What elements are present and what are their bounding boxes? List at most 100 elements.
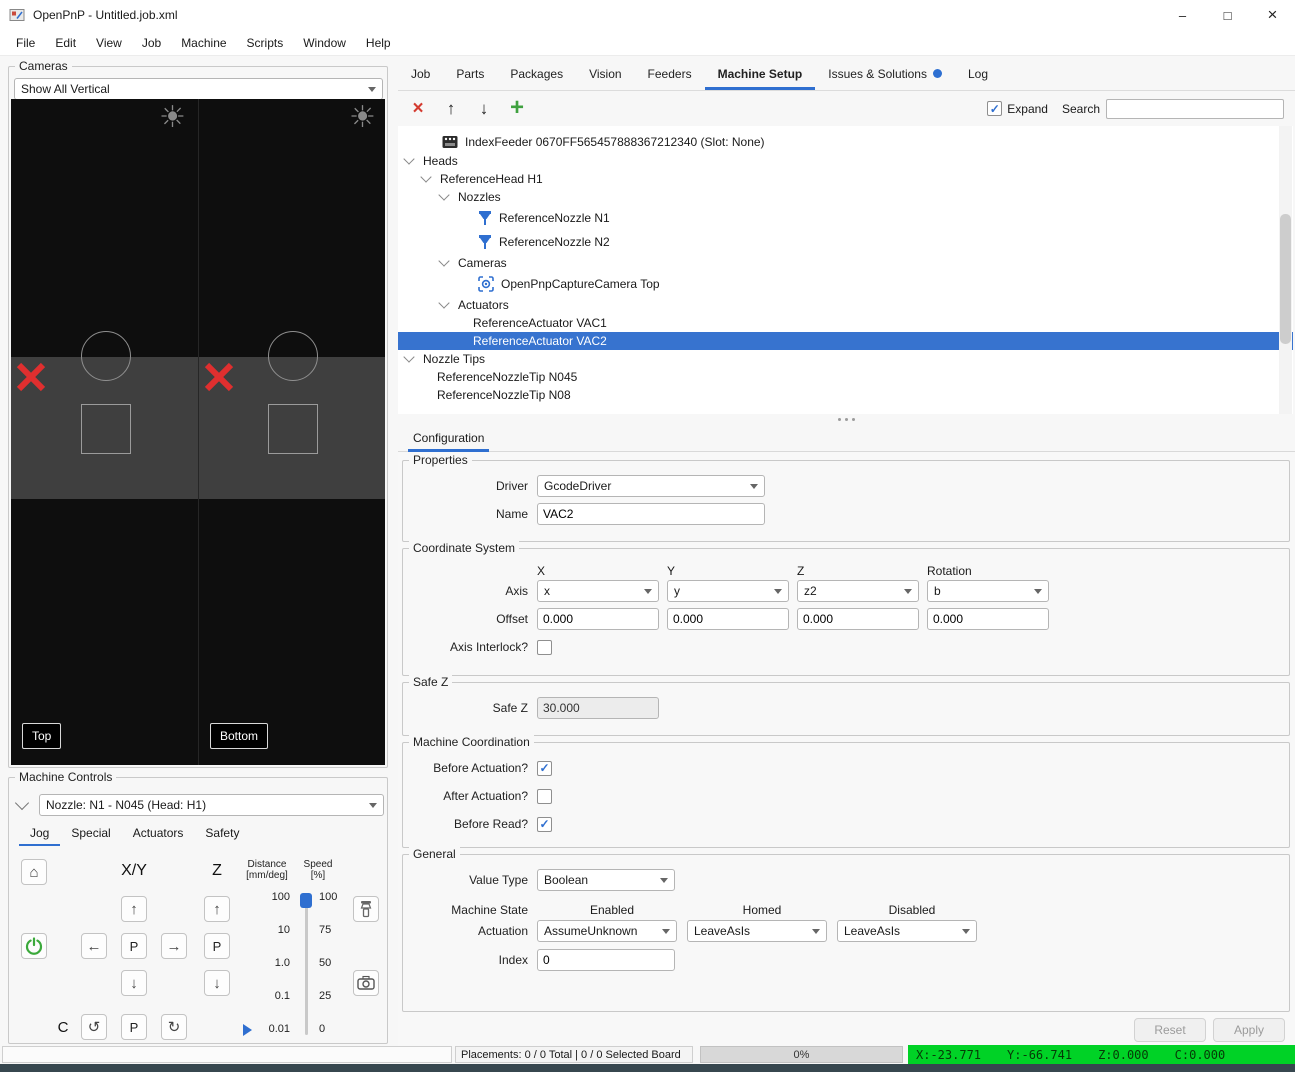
tree-item[interactable]: ReferenceNozzle N2 xyxy=(398,230,1293,254)
tree-item[interactable]: ReferenceHead H1 xyxy=(398,170,1293,188)
park-xy-button[interactable]: P xyxy=(121,933,147,959)
expand-label: Expand xyxy=(1007,101,1048,116)
tab-configuration[interactable]: Configuration xyxy=(408,427,490,452)
home-button[interactable]: ⌂ xyxy=(21,859,47,885)
add-icon[interactable]: + xyxy=(505,94,529,122)
reset-button[interactable]: Reset xyxy=(1134,1018,1206,1042)
tree-item[interactable]: IndexFeeder 0670FF565457888367212340 (Sl… xyxy=(398,132,1293,152)
close-icon[interactable]: × xyxy=(1250,0,1295,30)
chevron-down-icon[interactable] xyxy=(438,297,450,309)
main-tabs: Job Parts Packages Vision Feeders Machin… xyxy=(398,60,1295,91)
actuation-enabled-select[interactable]: AssumeUnknown xyxy=(537,920,677,942)
tab-actuators[interactable]: Actuators xyxy=(122,822,195,846)
chevron-down-icon[interactable] xyxy=(420,171,432,183)
power-button[interactable] xyxy=(21,933,47,959)
tool-select[interactable]: Nozzle: N1 - N045 (Head: H1) xyxy=(39,794,384,816)
tree-item[interactable]: ReferenceNozzle N1 xyxy=(398,206,1293,230)
tab-log[interactable]: Log xyxy=(955,60,1001,90)
menu-edit[interactable]: Edit xyxy=(45,30,86,56)
camera-position-button[interactable] xyxy=(353,970,379,996)
jog-x-minus-button[interactable]: ← xyxy=(81,933,107,959)
tab-issues-solutions[interactable]: Issues & Solutions xyxy=(815,60,955,90)
brightness-icon[interactable]: ☀ xyxy=(159,101,186,135)
tree-item[interactable]: Heads xyxy=(398,152,1293,170)
menu-machine[interactable]: Machine xyxy=(171,30,236,56)
tree-item[interactable]: ReferenceActuator VAC1 xyxy=(398,314,1293,332)
scrollbar-thumb[interactable] xyxy=(1280,214,1291,344)
tab-vision[interactable]: Vision xyxy=(576,60,634,90)
search-input[interactable] xyxy=(1106,98,1284,119)
delete-icon[interactable]: × xyxy=(406,98,430,120)
tree-item[interactable]: Cameras xyxy=(398,254,1293,272)
nozzle-tip-changer-button[interactable] xyxy=(353,896,379,922)
actuation-disabled-select[interactable]: LeaveAsIs xyxy=(837,920,977,942)
offset-x-field[interactable] xyxy=(537,608,659,630)
rotate-cw-button[interactable]: ↻ xyxy=(161,1014,187,1040)
menu-window[interactable]: Window xyxy=(293,30,356,56)
tab-special[interactable]: Special xyxy=(60,822,121,846)
tree-item[interactable]: ReferenceNozzleTip N08 xyxy=(398,386,1293,404)
chevron-down-icon[interactable] xyxy=(438,189,450,201)
move-up-icon[interactable]: ↑ xyxy=(439,99,463,119)
tree-item[interactable]: Nozzles xyxy=(398,188,1293,206)
chevron-down-icon[interactable] xyxy=(403,351,415,363)
driver-select[interactable]: GcodeDriver xyxy=(537,475,765,497)
offset-y-field[interactable] xyxy=(667,608,789,630)
tree-item[interactable]: ReferenceNozzleTip N045 xyxy=(398,368,1293,386)
menu-view[interactable]: View xyxy=(86,30,132,56)
distance-slider-handle[interactable] xyxy=(243,1024,252,1036)
tree-scrollbar[interactable] xyxy=(1279,126,1292,414)
jog-x-plus-button[interactable]: → xyxy=(161,933,187,959)
splitter-handle[interactable] xyxy=(398,415,1295,423)
offset-rotation-field[interactable] xyxy=(927,608,1049,630)
menu-help[interactable]: Help xyxy=(356,30,401,56)
value-type-select[interactable]: Boolean xyxy=(537,869,675,891)
tab-safety[interactable]: Safety xyxy=(194,822,250,846)
tab-feeders[interactable]: Feeders xyxy=(635,60,705,90)
jog-z-minus-button[interactable]: ↓ xyxy=(204,970,230,996)
index-field[interactable] xyxy=(537,949,675,971)
camera-view-select[interactable]: Show All Vertical xyxy=(14,78,383,100)
move-down-icon[interactable]: ↓ xyxy=(472,99,496,119)
tab-packages[interactable]: Packages xyxy=(497,60,576,90)
axis-rotation-select[interactable]: b xyxy=(927,580,1049,602)
minimize-icon[interactable]: – xyxy=(1160,0,1205,30)
park-z-button[interactable]: P xyxy=(204,933,230,959)
tab-jog[interactable]: Jog xyxy=(19,822,61,846)
axis-z-select[interactable]: z2 xyxy=(797,580,919,602)
expand-checkbox[interactable]: ✓ xyxy=(987,101,1003,116)
jog-y-plus-button[interactable]: ↑ xyxy=(121,896,147,922)
rotate-ccw-button[interactable]: ↺ xyxy=(81,1014,107,1040)
maximize-icon[interactable]: □ xyxy=(1205,0,1250,30)
offset-z-field[interactable] xyxy=(797,608,919,630)
menu-job[interactable]: Job xyxy=(132,30,171,56)
tab-parts[interactable]: Parts xyxy=(443,60,497,90)
chevron-down-icon[interactable] xyxy=(403,153,415,165)
tree-item[interactable]: Actuators xyxy=(398,296,1293,314)
tab-machine-setup[interactable]: Machine Setup xyxy=(704,60,816,90)
jog-z-plus-button[interactable]: ↑ xyxy=(204,896,230,922)
collapse-chevron-icon[interactable] xyxy=(14,795,30,811)
jog-y-minus-button[interactable]: ↓ xyxy=(121,970,147,996)
after-actuation-checkbox[interactable]: ✓ xyxy=(537,788,552,804)
tab-job[interactable]: Job xyxy=(398,60,443,90)
menu-file[interactable]: File xyxy=(6,30,45,56)
before-actuation-checkbox[interactable]: ✓ xyxy=(537,760,552,776)
brightness-icon[interactable]: ☀ xyxy=(349,101,376,135)
chevron-down-icon[interactable] xyxy=(438,255,450,267)
axis-interlock-checkbox[interactable]: ✓ xyxy=(537,639,552,655)
apply-button[interactable]: Apply xyxy=(1213,1018,1285,1042)
speed-slider-track[interactable] xyxy=(305,899,308,1035)
axis-y-select[interactable]: y xyxy=(667,580,789,602)
axis-x-select[interactable]: x xyxy=(537,580,659,602)
name-field[interactable] xyxy=(537,503,765,525)
status-message-area xyxy=(2,1046,452,1063)
before-read-checkbox[interactable]: ✓ xyxy=(537,816,552,832)
park-c-button[interactable]: P xyxy=(121,1014,147,1040)
menu-scripts[interactable]: Scripts xyxy=(237,30,294,56)
tree-item[interactable]: OpenPnpCaptureCamera Top xyxy=(398,272,1293,296)
tree-item[interactable]: Nozzle Tips xyxy=(398,350,1293,368)
speed-slider-handle[interactable] xyxy=(300,893,312,908)
tree-item-selected[interactable]: ReferenceActuator VAC2 xyxy=(398,332,1293,350)
actuation-homed-select[interactable]: LeaveAsIs xyxy=(687,920,827,942)
